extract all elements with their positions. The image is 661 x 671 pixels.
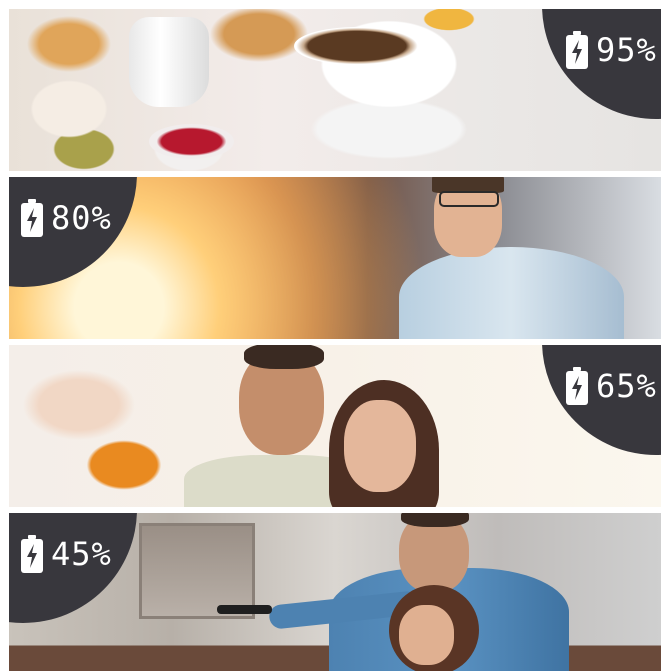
panel-couple-tv: 45%: [9, 513, 661, 671]
battery-percent: 65%: [596, 367, 657, 405]
battery-charging-icon: [566, 31, 588, 69]
jam-bowl: [149, 124, 234, 159]
panel-man-window: 80%: [9, 177, 661, 339]
tv-remote: [217, 605, 272, 614]
man: [399, 177, 629, 339]
woman: [329, 380, 459, 507]
panel-couple-laughing: 65%: [9, 345, 661, 507]
battery-percent: 80%: [51, 199, 112, 237]
coffee-cup: [294, 27, 420, 65]
battery-percent: 95%: [596, 31, 657, 69]
battery-charging-icon: [21, 199, 43, 237]
milk-pitcher: [129, 17, 209, 107]
panel-breakfast: 95%: [9, 9, 661, 171]
woman: [389, 585, 479, 671]
battery-charging-icon: [566, 367, 588, 405]
battery-percent: 45%: [51, 535, 112, 573]
battery-charging-icon: [21, 535, 43, 573]
